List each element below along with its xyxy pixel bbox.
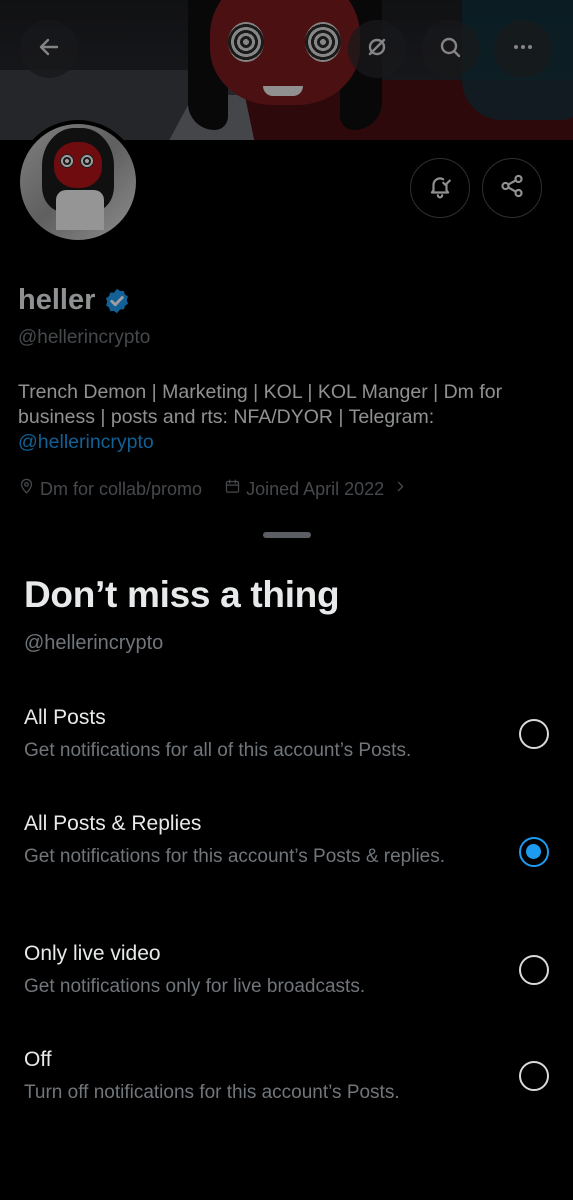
grok-button[interactable]	[348, 20, 406, 78]
chevron-right-icon	[392, 478, 409, 500]
option-description: Turn off notifications for this account’…	[24, 1082, 400, 1103]
option-title: All Posts	[24, 706, 106, 729]
bell-check-icon	[427, 173, 453, 204]
name-row: heller	[18, 284, 131, 317]
option-off[interactable]: Off Turn off notifications for this acco…	[0, 1048, 573, 1118]
joined-text: Joined April 2022	[246, 478, 385, 499]
sheet-title: Don’t miss a thing	[24, 574, 340, 615]
radio-off[interactable]	[519, 1061, 549, 1091]
option-description: Get notifications only for live broadcas…	[24, 976, 366, 997]
arrow-left-icon	[37, 35, 61, 64]
grok-icon	[365, 35, 389, 64]
profile-meta: Dm for collab/promo Joined April 2022	[18, 478, 431, 500]
location-text: Dm for collab/promo	[40, 478, 203, 499]
display-name: heller	[18, 284, 96, 316]
bio-mention-link[interactable]: @hellerincrypto	[18, 431, 154, 453]
sheet-drag-handle[interactable]	[263, 532, 311, 538]
profile-bio: Trench Demon | Marketing | KOL | KOL Man…	[18, 380, 558, 455]
sheet-subtitle: @hellerincrypto	[24, 632, 164, 654]
profile-banner[interactable]	[0, 0, 573, 140]
option-description: Get notifications for this account’s Pos…	[24, 846, 446, 867]
avatar[interactable]	[16, 120, 140, 244]
more-button[interactable]	[494, 20, 552, 78]
option-title: Only live video	[24, 942, 161, 965]
option-all-posts-replies[interactable]: All Posts & Replies Get notifications fo…	[0, 812, 573, 908]
radio-all-posts[interactable]	[519, 719, 549, 749]
share-icon	[499, 173, 525, 204]
profile-page: heller @hellerincrypto Trench Demon | Ma…	[0, 0, 573, 540]
location-pin-icon	[18, 478, 40, 500]
joined-item[interactable]: Joined April 2022	[224, 478, 409, 500]
notification-settings-sheet: Don’t miss a thing @hellerincrypto All P…	[0, 518, 573, 1200]
option-all-posts[interactable]: All Posts Get notifications for all of t…	[0, 706, 573, 776]
verified-badge-icon[interactable]	[103, 287, 131, 315]
option-title: All Posts & Replies	[24, 812, 202, 835]
notifications-button[interactable]	[410, 158, 470, 218]
location-item: Dm for collab/promo	[18, 478, 202, 500]
share-button[interactable]	[482, 158, 542, 218]
calendar-icon	[224, 478, 246, 500]
option-title: Off	[24, 1048, 52, 1071]
back-button[interactable]	[20, 20, 78, 78]
option-only-live-video[interactable]: Only live video Get notifications only f…	[0, 942, 573, 1012]
profile-handle: @hellerincrypto	[18, 327, 151, 348]
bio-text: Trench Demon | Marketing | KOL | KOL Man…	[18, 381, 503, 428]
more-icon	[511, 35, 535, 64]
radio-only-live-video[interactable]	[519, 955, 549, 985]
search-button[interactable]	[421, 20, 479, 78]
search-icon	[438, 35, 462, 64]
option-description: Get notifications for all of this accoun…	[24, 740, 412, 761]
radio-all-posts-replies[interactable]	[519, 837, 549, 867]
